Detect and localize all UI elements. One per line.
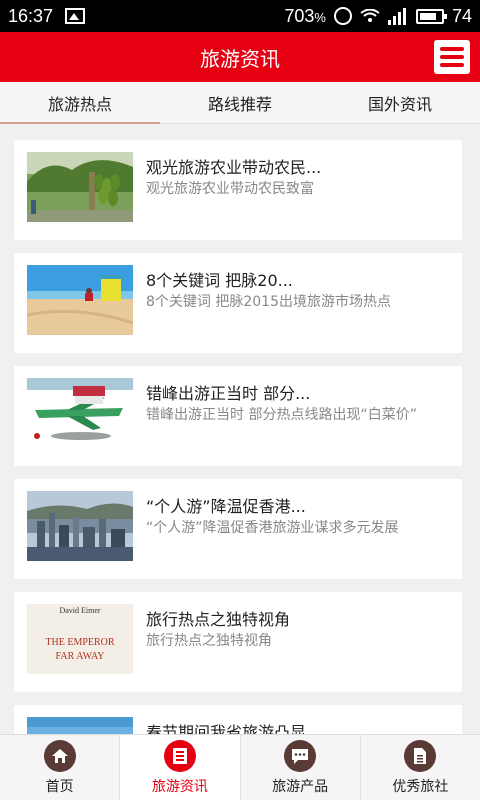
book-title: THE EMPEROR FAR AWAY xyxy=(45,637,115,662)
home-icon xyxy=(43,739,76,772)
tab-route-recommendations[interactable]: 路线推荐 xyxy=(160,82,320,123)
book-author: David Eimer xyxy=(59,606,101,615)
article-summary: “个人游”降温促香港旅游业谋求多元发展 xyxy=(146,520,399,536)
nav-top-agencies[interactable]: 优秀旅社 xyxy=(361,735,480,800)
nav-travel-products[interactable]: 旅游产品 xyxy=(241,735,361,800)
clock: 16:37 xyxy=(8,5,54,26)
article-list: 观光旅游农业带动农民... 观光旅游农业带动农民致富 8个关键词 把脉20...… xyxy=(14,140,462,734)
article-title: “个人游”降温促香港... xyxy=(146,497,306,516)
nav-label: 优秀旅社 xyxy=(392,778,449,795)
article-summary: 错峰出游正当时 部分热点线路出现“白菜价” xyxy=(146,407,417,423)
thumbnail-hongkong xyxy=(27,491,133,561)
thumbnail-plane xyxy=(27,378,133,448)
tab-travel-hotspots[interactable]: 旅游热点 xyxy=(0,82,160,124)
tab-bar: 旅游热点 路线推荐 国外资讯 xyxy=(0,82,480,124)
list-item[interactable]: 观光旅游农业带动农民... 观光旅游农业带动农民致富 xyxy=(14,140,462,240)
data-speed: 703% xyxy=(284,5,326,26)
battery-icon xyxy=(415,8,447,24)
list-item[interactable]: “个人游”降温促香港... “个人游”降温促香港旅游业谋求多元发展 xyxy=(14,479,462,579)
thumbnail-papaya xyxy=(27,152,133,222)
thumbnail-book-cover: David Eimer THE EMPEROR FAR AWAY xyxy=(27,604,133,674)
article-summary: 观光旅游农业带动农民致富 xyxy=(146,181,314,197)
nav-home[interactable]: 首页 xyxy=(0,735,121,800)
nav-label: 旅游产品 xyxy=(272,778,329,795)
nav-label: 旅游资讯 xyxy=(151,778,208,795)
menu-button[interactable] xyxy=(434,40,470,74)
signal-icon xyxy=(387,7,408,25)
article-summary: 8个关键词 把脉2015出境旅游市场热点 xyxy=(146,294,391,310)
list-item[interactable]: David Eimer THE EMPEROR FAR AWAY 旅行热点之独特… xyxy=(14,592,462,692)
article-title: 旅行热点之独特视角 xyxy=(146,610,291,629)
app-header: 旅游资讯 xyxy=(0,32,480,82)
chat-icon xyxy=(284,739,317,772)
list-item[interactable]: 错峰出游正当时 部分... 错峰出游正当时 部分热点线路出现“白菜价” xyxy=(14,366,462,466)
thumbnail-beach xyxy=(27,265,133,335)
battery-level: 74 xyxy=(451,5,472,26)
news-icon xyxy=(163,739,196,772)
alarm-icon xyxy=(333,7,352,25)
nav-label: 首页 xyxy=(45,778,74,795)
gallery-icon xyxy=(65,8,86,24)
thumbnail-spring-festival xyxy=(27,717,133,734)
list-item[interactable]: 春节期间我省旅游凸显 xyxy=(14,705,462,734)
list-item[interactable]: 8个关键词 把脉20... 8个关键词 把脉2015出境旅游市场热点 xyxy=(14,253,462,353)
article-title: 错峰出游正当时 部分... xyxy=(146,384,311,403)
nav-travel-news[interactable]: 旅游资讯 xyxy=(120,735,241,800)
status-bar: 16:37 703% 74 xyxy=(0,0,480,32)
page-title: 旅游资讯 xyxy=(200,46,280,71)
article-title: 观光旅游农业带动农民... xyxy=(146,158,322,177)
bottom-nav: 首页 旅游资讯 旅游产品 优秀旅社 xyxy=(0,734,480,800)
article-title: 8个关键词 把脉20... xyxy=(146,271,293,290)
tab-foreign-news[interactable]: 国外资讯 xyxy=(320,82,480,123)
wifi-icon xyxy=(360,9,380,22)
article-title: 春节期间我省旅游凸显 xyxy=(146,723,307,734)
document-icon xyxy=(404,739,437,772)
article-summary: 旅行热点之独特视角 xyxy=(146,633,272,649)
menu-icon xyxy=(440,47,464,51)
